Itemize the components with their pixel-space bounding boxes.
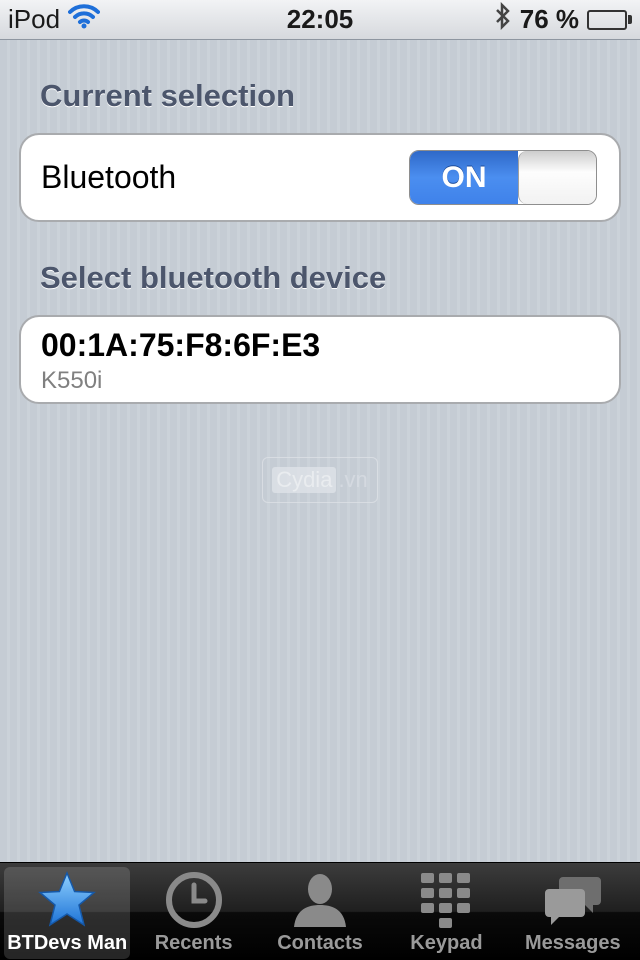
tab-label: Contacts	[277, 932, 363, 954]
tab-label: Messages	[525, 932, 621, 954]
tab-btdevs-man[interactable]: BTDevs Man	[4, 867, 131, 959]
tab-bar: BTDevs Man Recents Contacts Keypad Messa…	[0, 862, 640, 960]
battery-percent: 76 %	[519, 4, 579, 34]
keypad-icon	[416, 870, 476, 930]
tab-keypad[interactable]: Keypad	[383, 867, 509, 959]
current-selection-header: Current selection	[40, 78, 295, 113]
messages-icon	[543, 870, 603, 930]
select-device-header: Select bluetooth device	[40, 260, 387, 295]
bluetooth-toggle[interactable]: ON	[409, 150, 597, 205]
battery-icon	[587, 9, 632, 30]
toggle-knob	[518, 151, 596, 204]
star-icon	[37, 870, 97, 930]
watermark-brand: Cydia	[272, 467, 337, 493]
device-row[interactable]: 00:1A:75:F8:6F:E3 K550i	[19, 315, 621, 404]
tab-label: Recents	[154, 932, 233, 954]
clock-icon	[164, 870, 224, 930]
tab-messages[interactable]: Messages	[510, 867, 636, 959]
device-address: 00:1A:75:F8:6F:E3	[41, 327, 321, 363]
tab-label: Keypad	[410, 932, 483, 954]
person-icon	[290, 870, 350, 930]
bluetooth-icon	[494, 1, 512, 37]
watermark-suffix: .vn	[338, 467, 368, 492]
watermark: Cydia .vn	[262, 457, 378, 503]
bluetooth-row: Bluetooth ON	[19, 133, 621, 222]
status-left: iPod	[8, 3, 101, 36]
toggle-on-label: ON	[410, 151, 518, 204]
wifi-icon	[68, 3, 101, 36]
device-name: K550i	[41, 367, 103, 394]
status-right: 76 %	[494, 1, 632, 37]
carrier-label: iPod	[8, 4, 61, 34]
status-bar: iPod 22:05 76 %	[0, 0, 640, 40]
tab-recents[interactable]: Recents	[130, 867, 256, 959]
tab-contacts[interactable]: Contacts	[257, 867, 383, 959]
tab-label: BTDevs Man	[7, 932, 128, 954]
bluetooth-label: Bluetooth	[41, 159, 177, 195]
